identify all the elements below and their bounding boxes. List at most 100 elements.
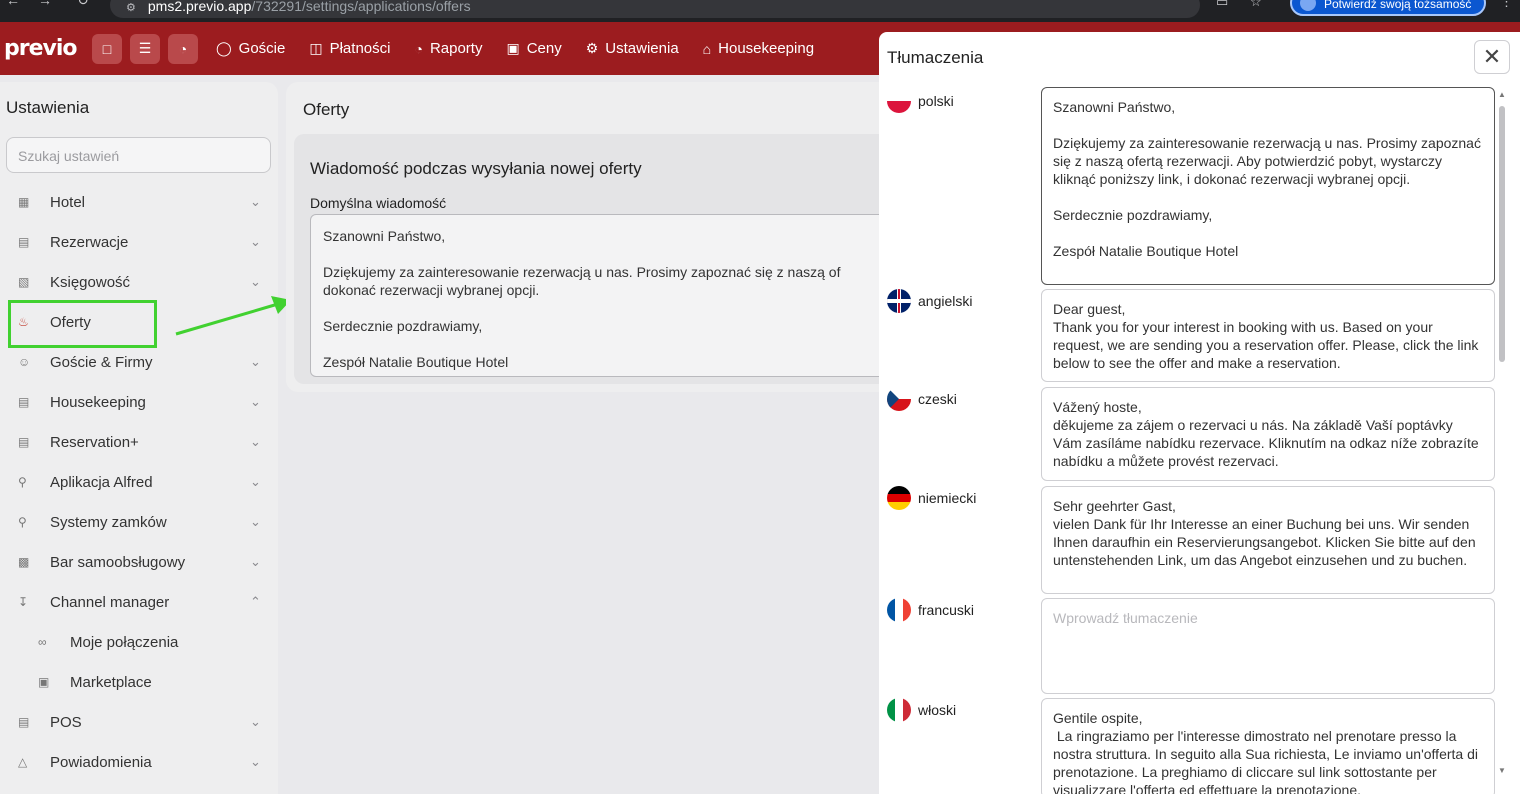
site-info-icon[interactable]: ⚙	[126, 1, 136, 14]
nav-label: Ustawienia	[605, 40, 679, 57]
download-icon: ↧	[18, 595, 29, 609]
bell-icon: △	[18, 755, 28, 769]
sidebar-title: Ustawienia	[6, 98, 90, 117]
nav-reports[interactable]: ◔ Raporty	[414, 40, 482, 57]
nav-housekeeping[interactable]: ⌂ Housekeeping	[703, 40, 814, 57]
sidebar-item-alfred[interactable]: ⚲ Aplikacja Alfred ⌄	[0, 462, 278, 502]
calendar-icon[interactable]: □	[92, 33, 122, 64]
sidebar-item-label: POS	[50, 713, 82, 731]
browser-toolbar: ← → ↻ ⚙ pms2.previo.app/732291/settings/…	[0, 0, 1520, 22]
link-icon: ∞	[38, 635, 47, 649]
chevron-down-icon[interactable]: ⌄	[250, 234, 261, 250]
sidebar-item-notifications[interactable]: △ Powiadomienia ⌄	[0, 742, 278, 782]
sidebar-item-label: Moje połączenia	[70, 633, 179, 651]
chevron-down-icon[interactable]: ⌄	[250, 394, 261, 410]
chevron-down-icon[interactable]: ⌄	[250, 354, 261, 370]
nav-payments[interactable]: ◫ Płatności	[309, 40, 390, 57]
language-name: angielski	[918, 293, 973, 309]
forward-icon[interactable]: →	[32, 0, 58, 8]
sidebar-list: ▦ Hotel ⌄ ▤ Rezerwacje ⌄ ▧ Księgowość ⌄ ♨ Ofert…	[0, 182, 278, 782]
quick-actions: □ ☰ ◔	[92, 33, 198, 64]
highlight-annotation	[8, 300, 157, 348]
sidebar-item-my-connections[interactable]: ∞ Moje połączenia	[0, 622, 278, 662]
housekeeping-icon: ▤	[18, 395, 30, 409]
germany-flag-icon	[887, 486, 911, 510]
sidebar-item-marketplace[interactable]: ▣ Marketplace	[0, 662, 278, 702]
sidebar-item-label: Bar samoobsługowy	[50, 553, 186, 571]
chevron-down-icon[interactable]: ⌄	[250, 194, 261, 210]
user-icon: ◯	[216, 40, 232, 56]
default-message-field[interactable]: Szanowni Państwo, Dziękujemy za zaintere…	[310, 214, 900, 377]
page-title: Oferty	[303, 100, 350, 119]
close-button[interactable]: ✕	[1474, 40, 1510, 74]
dialog-scrollbar[interactable]: ▲ ▼	[1498, 90, 1506, 794]
translation-field[interactable]: Sehr geehrter Gast, vielen Dank für Ihr …	[1041, 486, 1495, 594]
sidebar-item-label: Księgowość	[50, 273, 131, 291]
chevron-up-icon[interactable]: ⌃	[250, 594, 261, 610]
sidebar-item-label: Housekeeping	[50, 393, 146, 411]
france-flag-icon	[887, 598, 911, 622]
browser-menu-icon[interactable]: ⋮	[1500, 0, 1513, 10]
house-icon: ⌂	[702, 40, 712, 57]
install-icon[interactable]: ▭	[1216, 0, 1228, 10]
card-title: Wiadomość podczas wysyłania nowej oferty	[310, 159, 642, 178]
sidebar-item-reservations[interactable]: ▤ Rezerwacje ⌄	[0, 222, 278, 262]
scroll-up-icon[interactable]: ▲	[1498, 90, 1506, 99]
sidebar-item-hotel[interactable]: ▦ Hotel ⌄	[0, 182, 278, 222]
sidebar-item-housekeeping[interactable]: ▤ Housekeeping ⌄	[0, 382, 278, 422]
sidebar-item-self-service-bar[interactable]: ▩ Bar samoobsługowy ⌄	[0, 542, 278, 582]
reload-icon[interactable]: ↻	[70, 0, 96, 9]
chevron-down-icon[interactable]: ⌄	[250, 274, 261, 290]
default-message-label: Domyślna wiadomość	[310, 195, 447, 211]
top-navigation: ◯ Goście ◫ Płatności ◔ Raporty ▣ Ceny ⚙ Ustaw…	[216, 40, 838, 57]
avatar	[1300, 0, 1316, 11]
dashboard-icon[interactable]: ◔	[168, 33, 198, 64]
chart-icon: ◔	[414, 40, 423, 57]
nav-label: Ceny	[526, 40, 562, 57]
sidebar-item-label: Rezerwacje	[50, 233, 129, 251]
nav-label: Housekeeping	[718, 40, 815, 57]
register-icon: ▤	[18, 715, 30, 729]
scroll-down-icon[interactable]: ▼	[1498, 766, 1506, 775]
users-icon: ☺	[18, 355, 31, 369]
sidebar-item-label: Reservation+	[50, 433, 139, 451]
nav-prices[interactable]: ▣ Ceny	[506, 40, 561, 57]
calendar-plus-icon: ▤	[18, 435, 30, 449]
list-icon[interactable]: ☰	[130, 33, 160, 64]
translation-field[interactable]: Dear guest, Thank you for your interest …	[1041, 289, 1495, 382]
sidebar-item-channel-manager[interactable]: ↧ Channel manager ⌃	[0, 582, 278, 622]
cart-icon: ▣	[38, 675, 50, 689]
sidebar-item-pos[interactable]: ▤ POS ⌄	[0, 702, 278, 742]
chevron-down-icon[interactable]: ⌄	[250, 554, 261, 570]
person-icon: ⚲	[18, 475, 27, 489]
translation-field[interactable]: Gentile ospite, La ringraziamo per l'int…	[1041, 698, 1495, 794]
translation-field[interactable]: Vážený hoste, děkujeme za zájem o rezerv…	[1041, 387, 1495, 481]
nav-label: Płatności	[329, 40, 391, 57]
sidebar-item-label: Powiadomienia	[50, 753, 152, 771]
address-bar[interactable]: ⚙ pms2.previo.app/732291/settings/applic…	[110, 0, 1200, 18]
scrollbar-thumb[interactable]	[1499, 106, 1505, 362]
identity-label: Potwierdź swoją tożsamość	[1324, 0, 1472, 11]
language-name: francuski	[918, 602, 975, 618]
sidebar-item-guests-companies[interactable]: ☺ Goście & Firmy ⌄	[0, 342, 278, 382]
poland-flag-icon	[887, 89, 911, 113]
chevron-down-icon[interactable]: ⌄	[250, 754, 261, 770]
previo-logo[interactable]: previo	[4, 36, 84, 61]
bookmark-star-icon[interactable]: ☆	[1250, 0, 1262, 10]
key-icon: ⚲	[18, 515, 27, 529]
sidebar-item-lock-systems[interactable]: ⚲ Systemy zamków ⌄	[0, 502, 278, 542]
sidebar-item-label: Systemy zamków	[50, 513, 167, 531]
chevron-down-icon[interactable]: ⌄	[250, 714, 261, 730]
nav-guests[interactable]: ◯ Goście	[216, 40, 285, 57]
czech-flag-icon	[887, 387, 911, 411]
settings-search-input[interactable]: Szukaj ustawień	[6, 137, 271, 173]
translation-field[interactable]: Wprowadź tłumaczenie	[1041, 598, 1495, 694]
identity-button[interactable]: Potwierdź swoją tożsamość	[1290, 0, 1486, 16]
translation-field[interactable]: Szanowni Państwo, Dziękujemy za zaintere…	[1041, 87, 1495, 285]
back-icon[interactable]: ←	[0, 0, 26, 8]
nav-settings[interactable]: ⚙ Ustawienia	[586, 40, 679, 57]
chevron-down-icon[interactable]: ⌄	[250, 474, 261, 490]
chevron-down-icon[interactable]: ⌄	[250, 514, 261, 530]
chevron-down-icon[interactable]: ⌄	[250, 434, 261, 450]
sidebar-item-reservation-plus[interactable]: ▤ Reservation+ ⌄	[0, 422, 278, 462]
